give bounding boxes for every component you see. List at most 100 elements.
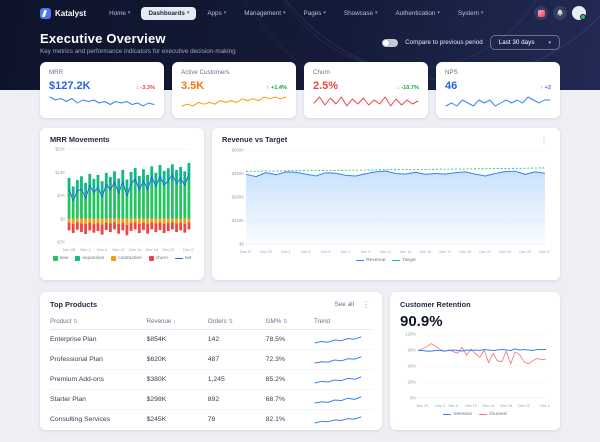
page-subtitle: Key metrics and performance indicators f… — [40, 48, 236, 55]
cell-revenue: $620K — [147, 350, 208, 370]
svg-text:Dec 15: Dec 15 — [420, 250, 432, 254]
svg-text:Dec 3: Dec 3 — [435, 404, 445, 408]
table-row[interactable]: Starter Plan $298K 892 68.7% — [50, 390, 372, 410]
legend-item-new[interactable]: new — [53, 256, 69, 261]
svg-text:Dec 1: Dec 1 — [281, 250, 291, 254]
svg-text:Dec 25: Dec 25 — [519, 250, 531, 254]
svg-text:$150K: $150K — [232, 218, 244, 223]
cell-revenue: $380K — [147, 370, 208, 390]
kpi-card-churn[interactable]: Churn 2.5% ↓ -10.7% — [304, 62, 428, 118]
nav-item-home[interactable]: Home▾ — [102, 7, 137, 20]
cell-revenue: $854K — [147, 330, 208, 350]
see-all-link[interactable]: See all — [334, 301, 354, 308]
svg-text:Dec 9: Dec 9 — [361, 250, 371, 254]
svg-text:Dec 14: Dec 14 — [129, 247, 142, 252]
revenue-vs-target-card: Revenue vs Target ⋮ $600K$450K$300K$150K… — [212, 128, 560, 280]
legend-item-churn[interactable]: churn — [149, 256, 168, 261]
table-row[interactable]: Premium Add-ons $380K 1,245 85.2% — [50, 370, 372, 390]
column-header-gm[interactable]: GM% ⇅ — [266, 315, 314, 330]
notifications-button[interactable] — [553, 6, 567, 20]
kpi-delta-badge: ↓ -3.3% — [136, 85, 155, 91]
svg-text:Dec 5: Dec 5 — [321, 250, 331, 254]
period-select[interactable]: Last 30 days ▾ — [490, 35, 560, 50]
cell-revenue: $298K — [147, 390, 208, 410]
legend-item-target[interactable]: Target — [392, 258, 415, 263]
table-row[interactable]: Consulting Services $245K 78 82.1% — [50, 410, 372, 430]
bottom-row: Top Products See all ⋮ Product ⇅ Revenue… — [40, 292, 560, 430]
nav-item-apps[interactable]: Apps▾ — [200, 7, 233, 20]
legend-item-expansion[interactable]: expansion — [75, 256, 104, 261]
kpi-sparkline — [313, 95, 419, 108]
chevron-down-icon: ▾ — [375, 10, 378, 16]
mrr-movements-chart: $21K$14K$7K$0-$7KNov 28Dec 2Dec 6Dec 10D… — [50, 144, 194, 254]
kpi-card-mrr[interactable]: MRR $127.2K ↓ -3.3% — [40, 62, 164, 118]
legend-item-retention[interactable]: retention — [443, 412, 472, 417]
legend-item-contraction[interactable]: contraction — [111, 256, 141, 261]
column-header-orders[interactable]: Orders ⇅ — [208, 315, 266, 330]
column-header-revenue[interactable]: Revenue ↓ — [147, 315, 208, 330]
column-header-product[interactable]: Product ⇅ — [50, 315, 147, 330]
svg-text:Nov 28: Nov 28 — [63, 247, 75, 252]
svg-text:Dec 27: Dec 27 — [539, 250, 550, 254]
cell-orders: 78 — [208, 410, 266, 430]
language-flag-button[interactable] — [534, 6, 548, 20]
cell-gm: 85.2% — [266, 370, 314, 390]
chevron-down-icon: ▾ — [323, 10, 326, 16]
svg-text:Dec 3: Dec 3 — [301, 250, 311, 254]
nav-item-system[interactable]: System▾ — [451, 7, 491, 20]
legend-swatch — [149, 256, 154, 261]
kpi-label: NPS — [445, 69, 551, 76]
legend-item-churned[interactable]: churned — [479, 412, 506, 417]
table-row[interactable]: Professional Plan $620K 487 72.3% — [50, 350, 372, 370]
legend-line-swatch — [443, 414, 451, 416]
legend-item-revenue[interactable]: Revenue — [356, 258, 385, 263]
legend-swatch — [111, 256, 116, 261]
svg-text:0%: 0% — [410, 396, 416, 401]
svg-text:Nov 27: Nov 27 — [240, 250, 252, 254]
cell-gm: 72.3% — [266, 350, 314, 370]
kebab-menu-icon[interactable]: ⋮ — [538, 136, 550, 144]
nav-item-dashboards[interactable]: Dashboards▾ — [141, 7, 196, 20]
compare-toggle-label: Compare to previous period — [405, 39, 483, 46]
brand-logo[interactable]: Katalyst — [40, 8, 86, 19]
mrr-legend: new expansion contraction churn net — [50, 256, 194, 261]
chart-title: Customer Retention — [400, 300, 550, 309]
svg-text:$14K: $14K — [55, 170, 65, 175]
cell-trend — [314, 330, 372, 350]
svg-text:Nov 29: Nov 29 — [417, 404, 429, 408]
retention-legend: retention churned — [400, 412, 550, 417]
table-row[interactable]: Enterprise Plan $854K 142 78.5% — [50, 330, 372, 350]
svg-text:Dec 22: Dec 22 — [162, 247, 174, 252]
nav-item-management[interactable]: Management▾ — [237, 7, 292, 20]
column-header-trend[interactable]: Trend — [314, 315, 372, 330]
sort-icon: ⇅ — [228, 319, 233, 325]
user-avatar[interactable] — [572, 6, 586, 20]
cell-gm: 68.7% — [266, 390, 314, 410]
svg-text:90%: 90% — [408, 348, 417, 353]
compare-toggle[interactable] — [382, 39, 398, 47]
charts-row: MRR Movements $21K$14K$7K$0-$7KNov 28Dec… — [40, 128, 560, 280]
svg-text:Dec 14: Dec 14 — [483, 404, 495, 408]
chevron-down-icon: ▾ — [548, 40, 551, 46]
cell-trend — [314, 350, 372, 370]
notification-badge — [564, 6, 568, 10]
nav-item-authentication[interactable]: Authentication▾ — [388, 7, 446, 20]
kpi-card-nps[interactable]: NPS 46 ↑ +2 — [436, 62, 560, 118]
cell-trend — [314, 410, 372, 430]
kpi-card-active-customers[interactable]: Active Customers 3.5K ↑ +1.4% — [172, 62, 296, 118]
nav-item-showcase[interactable]: Showcase▾ — [337, 7, 385, 20]
legend-item-net[interactable]: net — [175, 256, 192, 261]
svg-text:Dec 27: Dec 27 — [183, 247, 194, 252]
cell-product: Premium Add-ons — [50, 370, 147, 390]
cell-product: Professional Plan — [50, 350, 147, 370]
svg-text:Dec 18: Dec 18 — [146, 247, 158, 252]
bell-icon — [556, 9, 564, 17]
nav-item-pages[interactable]: Pages▾ — [297, 7, 333, 20]
table-title: Top Products — [50, 300, 97, 309]
trend-sparkline — [314, 335, 362, 345]
mrr-movements-card: MRR Movements $21K$14K$7K$0-$7KNov 28Dec… — [40, 128, 204, 280]
kebab-menu-icon[interactable]: ⋮ — [360, 301, 372, 309]
flag-icon — [538, 10, 545, 17]
revenue-vs-target-chart: $600K$450K$300K$150K$0Nov 27Nov 29Dec 1D… — [222, 144, 550, 256]
svg-text:$7K: $7K — [58, 193, 66, 198]
